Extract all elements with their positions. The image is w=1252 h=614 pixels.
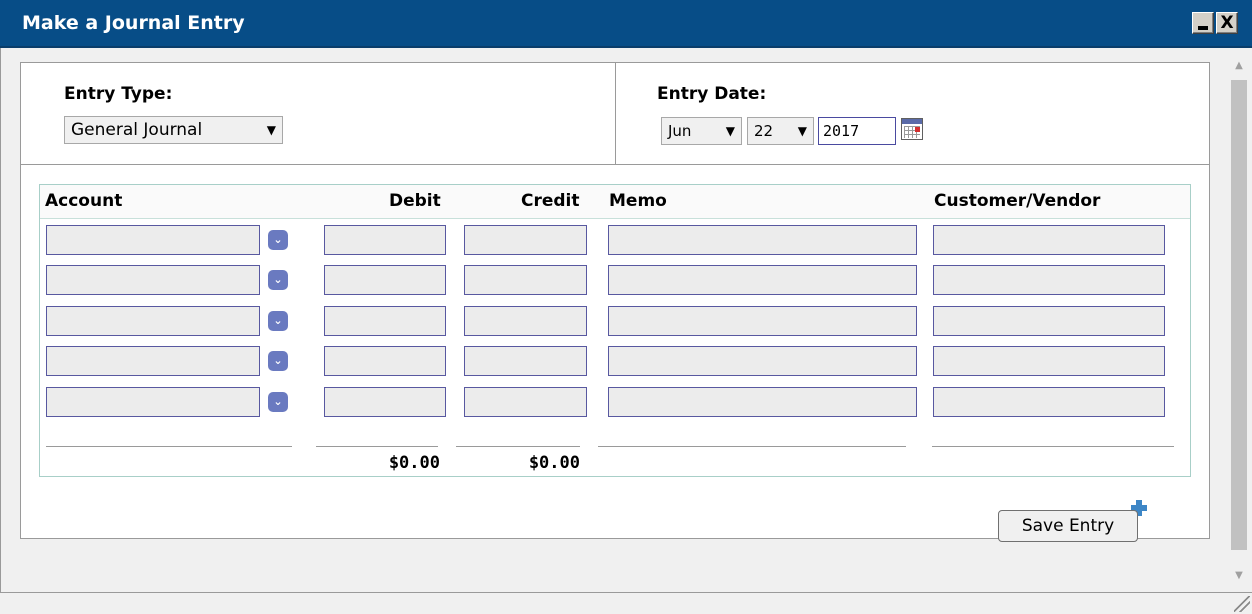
credit-input[interactable] — [464, 306, 587, 336]
status-bar — [0, 592, 1252, 614]
credit-input[interactable] — [464, 225, 587, 255]
memo-input[interactable] — [608, 346, 917, 376]
close-button[interactable]: X — [1216, 12, 1238, 34]
save-entry-button[interactable]: Save Entry — [998, 510, 1138, 542]
chevron-down-icon: ▼ — [266, 123, 276, 137]
memo-input[interactable] — [608, 225, 917, 255]
memo-input[interactable] — [608, 387, 917, 417]
account-input[interactable] — [46, 265, 260, 295]
customer-vendor-input[interactable] — [933, 346, 1165, 376]
account-dropdown-icon[interactable]: ⌄ — [268, 351, 288, 371]
memo-input[interactable] — [608, 265, 917, 295]
account-dropdown-icon[interactable]: ⌄ — [268, 392, 288, 412]
debit-input[interactable] — [324, 387, 446, 417]
header-divider-horizontal — [21, 164, 1209, 165]
account-input[interactable] — [46, 346, 260, 376]
column-header-credit: Credit — [521, 191, 580, 211]
entry-type-label: Entry Type: — [64, 84, 173, 104]
account-input[interactable] — [46, 225, 260, 255]
debit-total-line — [316, 446, 438, 447]
chevron-down-icon: ▼ — [725, 124, 735, 138]
window-title: Make a Journal Entry — [22, 12, 245, 34]
customer-vendor-input[interactable] — [933, 265, 1165, 295]
vertical-scrollbar[interactable]: ▲ ▼ — [1228, 52, 1250, 590]
customer-vendor-input[interactable] — [933, 306, 1165, 336]
credit-input[interactable] — [464, 265, 587, 295]
title-bar: Make a Journal Entry X — [0, 0, 1252, 48]
calendar-icon[interactable] — [901, 118, 923, 140]
account-dropdown-icon[interactable]: ⌄ — [268, 230, 288, 250]
account-input[interactable] — [46, 306, 260, 336]
scroll-up-icon[interactable]: ▲ — [1228, 56, 1250, 76]
header-divider-vertical — [615, 63, 616, 164]
debit-input[interactable] — [324, 225, 446, 255]
journal-entry-panel: Entry Type: General Journal ▼ Entry Date… — [20, 62, 1210, 539]
column-header-memo: Memo — [609, 191, 667, 211]
column-header-debit: Debit — [389, 191, 441, 211]
debit-input[interactable] — [324, 346, 446, 376]
debit-input[interactable] — [324, 265, 446, 295]
credit-total: $0.00 — [528, 453, 580, 473]
close-icon: X — [1220, 13, 1234, 33]
journal-lines-grid: Account Debit Credit Memo Customer/Vendo… — [39, 184, 1191, 477]
account-dropdown-icon[interactable]: ⌄ — [268, 270, 288, 290]
entry-type-select[interactable]: General Journal ▼ — [64, 116, 283, 144]
customer-vendor-input[interactable] — [933, 387, 1165, 417]
account-dropdown-icon[interactable]: ⌄ — [268, 311, 288, 331]
memo-total-line — [598, 446, 906, 447]
credit-total-line — [456, 446, 580, 447]
customer-vendor-input[interactable] — [933, 225, 1165, 255]
credit-input[interactable] — [464, 346, 587, 376]
scroll-thumb[interactable] — [1231, 80, 1247, 550]
credit-input[interactable] — [464, 387, 587, 417]
resize-grip-icon[interactable] — [1234, 596, 1250, 612]
entry-date-label: Entry Date: — [657, 84, 767, 104]
entry-date-month-select[interactable]: Jun ▼ — [661, 117, 742, 145]
minimize-button[interactable] — [1192, 12, 1214, 34]
column-header-account: Account — [45, 191, 123, 211]
account-input[interactable] — [46, 387, 260, 417]
entry-date-day-value: 22 — [754, 122, 774, 140]
memo-input[interactable] — [608, 306, 917, 336]
grid-header: Account Debit Credit Memo Customer/Vendo… — [40, 185, 1190, 219]
entry-type-value: General Journal — [71, 120, 203, 140]
column-header-customer-vendor: Customer/Vendor — [934, 191, 1101, 211]
customer-vendor-total-line — [932, 446, 1174, 447]
entry-date-day-select[interactable]: 22 ▼ — [747, 117, 814, 145]
debit-total: $0.00 — [388, 453, 440, 473]
entry-date-year-input[interactable]: 2017 — [818, 117, 896, 145]
debit-input[interactable] — [324, 306, 446, 336]
entry-date-month-value: Jun — [668, 122, 692, 140]
scroll-down-icon[interactable]: ▼ — [1228, 566, 1250, 586]
account-total-line — [46, 446, 292, 447]
chevron-down-icon: ▼ — [797, 124, 807, 138]
minimize-icon — [1198, 26, 1208, 30]
